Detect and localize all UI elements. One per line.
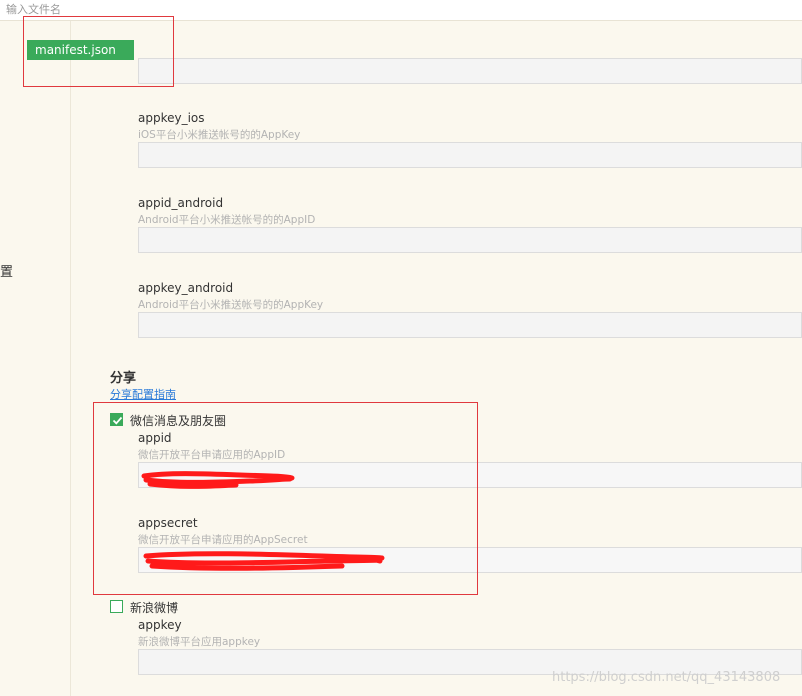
weibo-label: 新浪微博 [130, 601, 179, 615]
weibo-appkey-hint: 新浪微博平台应用appkey [138, 636, 261, 648]
wechat-appid-label: appid [138, 431, 172, 445]
wechat-appsecret-label: appsecret [138, 516, 198, 530]
wechat-checkbox[interactable] [110, 413, 123, 426]
sidebar-partial-label: 置 [0, 265, 14, 280]
appid-android-input[interactable] [138, 227, 802, 253]
appkey-ios-input[interactable] [138, 142, 802, 168]
file-search-bar [0, 0, 802, 21]
appkey-android-label: appkey_android [138, 281, 234, 295]
watermark-text: https://blog.csdn.net/qq_43143808 [552, 670, 781, 685]
wechat-appid-input[interactable] [138, 462, 802, 488]
weibo-appkey-label: appkey [138, 618, 182, 632]
file-search-input[interactable] [0, 0, 801, 19]
share-guide-link[interactable]: 分享配置指南 [110, 386, 176, 402]
scrolled-field-input[interactable] [138, 58, 802, 84]
appid-android-label: appid_android [138, 196, 224, 210]
appkey-ios-hint: iOS平台小米推送帐号的的AppKey [138, 129, 301, 141]
appid-android-hint: Android平台小米推送帐号的的AppID [138, 214, 316, 226]
wechat-appsecret-hint: 微信开放平台申请应用的AppSecret [138, 534, 308, 546]
sidebar: 置 [0, 21, 71, 696]
checkmark-icon [112, 416, 123, 425]
share-section-title: 分享 [110, 371, 137, 386]
appkey-android-input[interactable] [138, 312, 802, 338]
wechat-appsecret-input[interactable] [138, 547, 802, 573]
appkey-android-hint: Android平台小米推送帐号的的AppKey [138, 299, 324, 311]
weibo-checkbox[interactable] [110, 600, 123, 613]
wechat-appid-hint: 微信开放平台申请应用的AppID [138, 449, 286, 461]
file-tab-manifest[interactable]: manifest.json [27, 40, 134, 60]
wechat-label: 微信消息及朋友圈 [130, 414, 227, 428]
appkey-ios-label: appkey_ios [138, 111, 205, 125]
